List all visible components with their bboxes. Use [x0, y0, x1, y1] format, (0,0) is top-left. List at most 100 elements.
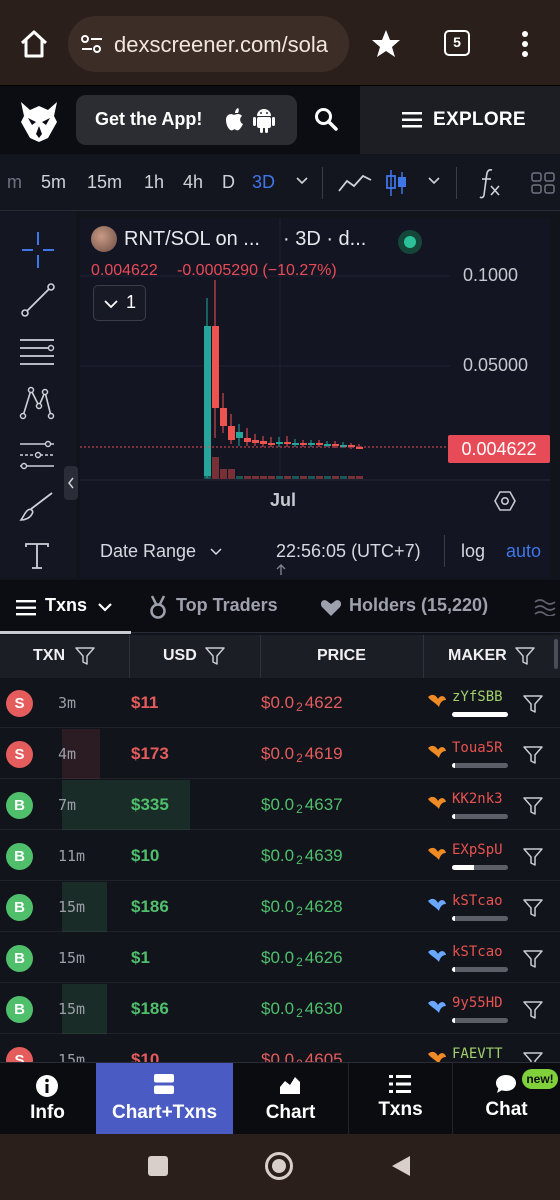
txn-price: $0.0 2 4626	[261, 948, 343, 969]
address-bar[interactable]: dexscreener.com/sola	[68, 16, 349, 72]
chart-type-dropdown-icon[interactable]	[428, 177, 440, 185]
site-settings-icon[interactable]	[80, 34, 104, 54]
url-text: dexscreener.com/sola	[114, 32, 328, 57]
chevron-down-icon	[98, 603, 112, 612]
liquidity-icon[interactable]	[533, 598, 557, 616]
text-tool-icon[interactable]	[24, 542, 50, 570]
chart-symbol-title[interactable]: RNT/SOL on ...	[124, 228, 260, 251]
chevron-down-icon	[210, 548, 222, 556]
nav-info[interactable]: Info	[0, 1063, 95, 1135]
recents-icon[interactable]	[148, 1156, 168, 1176]
apple-icon	[224, 108, 244, 132]
candlestick-icon[interactable]	[385, 168, 409, 198]
dexscreener-logo[interactable]	[18, 98, 60, 142]
timeframe-15m[interactable]: 15m	[87, 172, 122, 193]
indicator-count: 1	[126, 292, 137, 312]
filter-maker-icon[interactable]	[523, 949, 543, 969]
table-row[interactable]: B 7m $335 $0.0 2 4637 KK2nk3	[0, 780, 560, 830]
table-row[interactable]: B 11m $10 $0.0 2 4639 EXpSpU	[0, 831, 560, 881]
price-axis-tick: 0.1000	[463, 265, 519, 285]
nav-chat[interactable]: new! Chat	[453, 1063, 560, 1135]
tab-txns[interactable]: Txns	[0, 580, 131, 634]
maker-address[interactable]: kSTcao	[452, 944, 503, 960]
get-app-button[interactable]: Get the App!	[76, 95, 297, 145]
filter-icon[interactable]	[515, 646, 535, 666]
explore-button[interactable]: EXPLORE	[360, 86, 560, 154]
horizontal-lines-icon[interactable]	[18, 336, 56, 368]
timeframe-m[interactable]: m	[7, 172, 22, 193]
volume-bar	[276, 476, 283, 479]
timeframe-4h[interactable]: 4h	[183, 172, 203, 193]
tab-holders[interactable]: Holders (15,220)	[320, 580, 510, 633]
txn-age: 15m	[58, 949, 86, 967]
timeframe-5m[interactable]: 5m	[41, 172, 66, 193]
price-chart[interactable]: RNT/SOL on ... · 3D · d... 0.004622 -0.0…	[80, 218, 550, 523]
pattern-tool-icon[interactable]	[19, 384, 55, 420]
filter-maker-icon[interactable]	[523, 745, 543, 765]
chat-bubble-icon	[496, 1075, 516, 1093]
browser-menu-icon[interactable]	[521, 30, 529, 58]
indicators-toggle-button[interactable]: 1	[93, 285, 146, 321]
nav-chart[interactable]: Chart	[233, 1063, 348, 1135]
candle-body	[260, 441, 267, 444]
timeframe-3d[interactable]: 3D	[252, 172, 275, 193]
tab-switcher-button[interactable]: 5	[444, 30, 470, 56]
txn-usd: $186	[131, 897, 169, 916]
table-row[interactable]: B 15m $186 $0.0 2 4628 kSTcao	[0, 882, 560, 932]
column-header-price: PRICE	[317, 647, 366, 664]
auto-scale-toggle[interactable]: auto	[506, 541, 541, 562]
table-scrollbar[interactable]	[554, 639, 558, 669]
home-icon[interactable]	[18, 28, 50, 60]
heart-icon	[320, 600, 342, 616]
filter-maker-icon[interactable]	[523, 796, 543, 816]
filter-maker-icon[interactable]	[523, 694, 543, 714]
collapse-toolbar-button[interactable]	[64, 466, 78, 500]
table-row[interactable]: S 4m $173 $0.0 2 4619 Toua5R	[0, 729, 560, 779]
layout-grid-icon[interactable]	[530, 171, 556, 195]
current-price-tag: 0.004622	[448, 435, 550, 463]
table-row[interactable]: B 15m $1 $0.0 2 4626 kSTcao	[0, 933, 560, 983]
chart-clock[interactable]: 22:56:05 (UTC+7)	[276, 541, 421, 562]
table-row[interactable]: B 15m $186 $0.0 2 4630 9y55HD	[0, 984, 560, 1034]
nav-chart-label: Chart	[265, 1102, 316, 1123]
maker-address[interactable]: EXpSpU	[452, 842, 503, 858]
tab-top-traders[interactable]: Top Traders	[146, 580, 296, 633]
line-chart-icon[interactable]	[337, 171, 373, 195]
filter-maker-icon[interactable]	[523, 898, 543, 918]
nav-chart-txns[interactable]: Chart+Txns	[96, 1063, 233, 1135]
forecast-tool-icon[interactable]	[18, 438, 56, 472]
maker-address[interactable]: KK2nk3	[452, 791, 503, 807]
chart-settings-icon[interactable]	[494, 490, 516, 512]
maker-address[interactable]: 9y55HD	[452, 995, 503, 1011]
bookmark-star-icon[interactable]	[370, 28, 402, 60]
trend-line-icon[interactable]	[20, 282, 56, 318]
maker-address[interactable]: kSTcao	[452, 893, 503, 909]
browser-toolbar: dexscreener.com/sola 5	[0, 0, 560, 86]
timeframe-d[interactable]: D	[222, 172, 235, 193]
table-row[interactable]: S 3m $11 $0.0 2 4622 zYfSBB	[0, 678, 560, 728]
log-scale-toggle[interactable]: log	[461, 541, 485, 562]
tab-holders-label: Holders (15,220)	[349, 595, 489, 615]
search-icon[interactable]	[314, 107, 338, 131]
filter-icon[interactable]	[75, 646, 95, 666]
home-button-icon[interactable]	[265, 1152, 293, 1180]
filter-icon[interactable]	[205, 646, 225, 666]
maker-address[interactable]: zYfSBB	[452, 689, 503, 705]
timeframe-dropdown-icon[interactable]	[296, 177, 308, 185]
timeframe-1h[interactable]: 1h	[144, 172, 164, 193]
volume-bar	[340, 476, 347, 479]
brush-tool-icon[interactable]	[18, 490, 56, 524]
date-range-button[interactable]: Date Range	[100, 541, 196, 562]
column-header-txn: TXN	[33, 647, 65, 664]
indicators-fx-icon[interactable]	[478, 167, 502, 199]
toolbar-divider	[456, 167, 457, 199]
maker-address[interactable]: FAEVTT	[452, 1046, 503, 1062]
maker-address[interactable]: Toua5R	[452, 740, 503, 756]
filter-maker-icon[interactable]	[523, 1000, 543, 1020]
crosshair-icon[interactable]	[22, 232, 54, 268]
filter-maker-icon[interactable]	[523, 847, 543, 867]
nav-txns[interactable]: Txns	[349, 1063, 452, 1135]
back-icon[interactable]	[390, 1154, 412, 1178]
txn-usd: $173	[131, 744, 169, 763]
txn-price: $0.0 2 4637	[261, 795, 343, 816]
